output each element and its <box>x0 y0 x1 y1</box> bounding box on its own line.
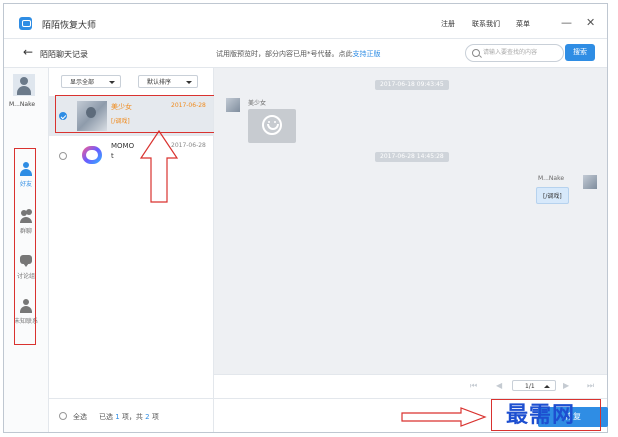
sender-avatar <box>226 98 240 112</box>
contact-list-pane: 显示全部 默认排序 美少女 2017-06-28 [/调戏] MOMO t 20… <box>49 68 218 432</box>
sticker-message <box>248 109 296 143</box>
self-avatar <box>583 175 597 189</box>
sub-header: ← 陌陌聊天记录 试用版预览时，部分内容已用*号代替。点此支持正版 搜索 <box>4 39 607 68</box>
trial-notice-text: 试用版预览时，部分内容已用*号代替。点此 <box>216 50 353 58</box>
search-button[interactable]: 搜索 <box>565 44 595 61</box>
trial-notice: 试用版预览时，部分内容已用*号代替。点此支持正版 <box>216 49 381 59</box>
close-button[interactable]: ✕ <box>586 16 595 29</box>
watermark-logo: 最需网 <box>506 403 576 428</box>
buy-license-link[interactable]: 支持正版 <box>353 50 381 58</box>
app-logo-icon <box>19 17 32 30</box>
message-bubble: [/调戏] <box>536 187 569 204</box>
title-bar: 陌陌恢复大师 注册 联系我们 菜单 — ✕ <box>4 4 607 39</box>
sender-name: 美少女 <box>248 100 267 107</box>
smiley-icon <box>262 115 282 135</box>
pagination: ⏮ ◀ 1/1 ▶ ⏭ <box>214 374 607 399</box>
sidebar-username: M...Nake <box>9 101 36 108</box>
summary-mid: 项，共 <box>119 413 146 421</box>
first-page-icon[interactable]: ⏮ <box>470 381 477 391</box>
momo-ring-icon <box>82 146 102 164</box>
filter-dropdown[interactable]: 显示全部 <box>61 75 121 88</box>
contact-name: MOMO <box>111 142 135 150</box>
chat-timestamp: 2017-06-28 14:45:28 <box>375 152 449 162</box>
app-title: 陌陌恢复大师 <box>42 21 97 31</box>
next-page-icon[interactable]: ▶ <box>563 381 569 390</box>
last-page-icon[interactable]: ⏭ <box>587 381 594 391</box>
chat-timestamp: 2017-06-18 09:43:45 <box>375 80 449 90</box>
avatar[interactable] <box>13 74 35 96</box>
annotation-box-sidebar <box>14 148 36 345</box>
back-arrow-icon[interactable]: ← <box>23 45 33 59</box>
menu-link[interactable]: 菜单 <box>516 19 530 29</box>
chat-pane: 2017-06-18 09:43:45 美少女 2017-06-28 14:45… <box>214 68 607 374</box>
page-title: 陌陌聊天记录 <box>40 50 88 59</box>
momo-logo-icon <box>77 141 107 171</box>
annotation-right-arrow <box>401 407 487 427</box>
annotation-up-arrow <box>139 130 179 203</box>
list-item[interactable]: MOMO t 2017-06-28 <box>49 136 213 176</box>
page-select[interactable]: 1/1 <box>512 380 556 391</box>
contact-link[interactable]: 联系我们 <box>472 19 500 29</box>
minimize-button[interactable]: — <box>561 16 572 29</box>
search-input[interactable] <box>483 47 558 58</box>
row-checkbox[interactable] <box>59 152 67 160</box>
prev-page-icon[interactable]: ◀ <box>496 381 502 390</box>
summary-suffix: 项 <box>149 413 159 421</box>
search-box <box>465 44 564 62</box>
self-name: M...Nake <box>538 175 565 182</box>
register-link[interactable]: 注册 <box>441 19 455 29</box>
selection-summary: 已选 1 项，共 2 项 <box>99 412 159 422</box>
app-window: 陌陌恢复大师 注册 联系我们 菜单 — ✕ ← 陌陌聊天记录 试用版预览时，部分… <box>3 3 608 433</box>
sidebar: M...Nake 好友 群聊 讨论组 未知联系 <box>4 68 49 432</box>
summary-prefix: 已选 <box>99 413 116 421</box>
sort-dropdown[interactable]: 默认排序 <box>138 75 198 88</box>
select-all-label: 全选 <box>73 413 87 421</box>
contact-name-wrap: t <box>111 152 114 160</box>
select-all-checkbox[interactable] <box>59 412 67 420</box>
annotation-box-row <box>55 95 218 133</box>
search-icon <box>472 49 480 57</box>
